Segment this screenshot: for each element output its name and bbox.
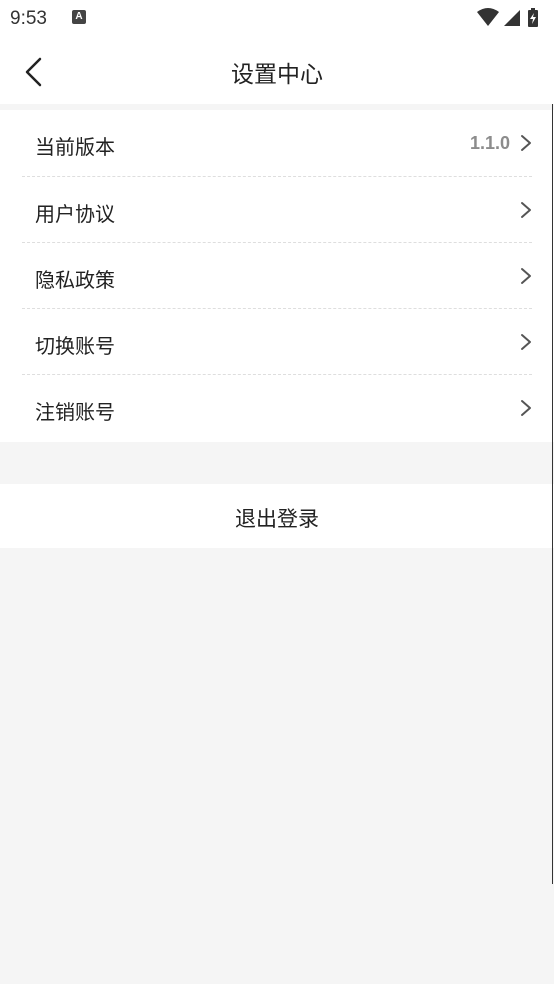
app-bar: 设置中心 [0, 38, 554, 104]
menu-item-privacy-policy[interactable]: 隐私政策 [22, 242, 532, 308]
menu-item-label: 切换账号 [35, 334, 115, 358]
status-right-icons [476, 7, 544, 29]
logout-label: 退出登录 [235, 507, 319, 531]
chevron-right-icon [521, 334, 531, 350]
chevron-right-icon [521, 400, 531, 416]
chevron-right-icon [521, 268, 531, 284]
chevron-right-icon [521, 135, 531, 151]
chevron-right-icon [521, 202, 531, 218]
wifi-icon [477, 8, 499, 26]
logout-button[interactable]: 退出登录 [0, 484, 554, 548]
version-value: 1.1.0 [469, 133, 510, 153]
menu-item-label: 隐私政策 [35, 268, 115, 292]
battery-charging-icon [528, 8, 538, 27]
menu-item-current-version[interactable]: 当前版本 1.1.0 [22, 110, 532, 176]
menu-item-label: 注销账号 [35, 400, 115, 424]
menu-item-delete-account[interactable]: 注销账号 [22, 374, 532, 440]
menu-item-label: 当前版本 [35, 135, 115, 159]
screen-edge-line [552, 104, 553, 884]
cellular-signal-icon [504, 10, 520, 26]
page-title: 设置中心 [231, 62, 323, 88]
settings-menu: 当前版本 1.1.0 用户协议 隐私政策 切换账号 注销账号 [0, 110, 554, 442]
status-time: 9:53 [10, 8, 47, 29]
menu-item-label: 用户协议 [35, 202, 115, 226]
status-bar: 9:53 A [0, 0, 554, 38]
menu-item-switch-account[interactable]: 切换账号 [22, 308, 532, 374]
app-notification-icon: A [72, 10, 86, 24]
menu-item-user-agreement[interactable]: 用户协议 [22, 176, 532, 242]
